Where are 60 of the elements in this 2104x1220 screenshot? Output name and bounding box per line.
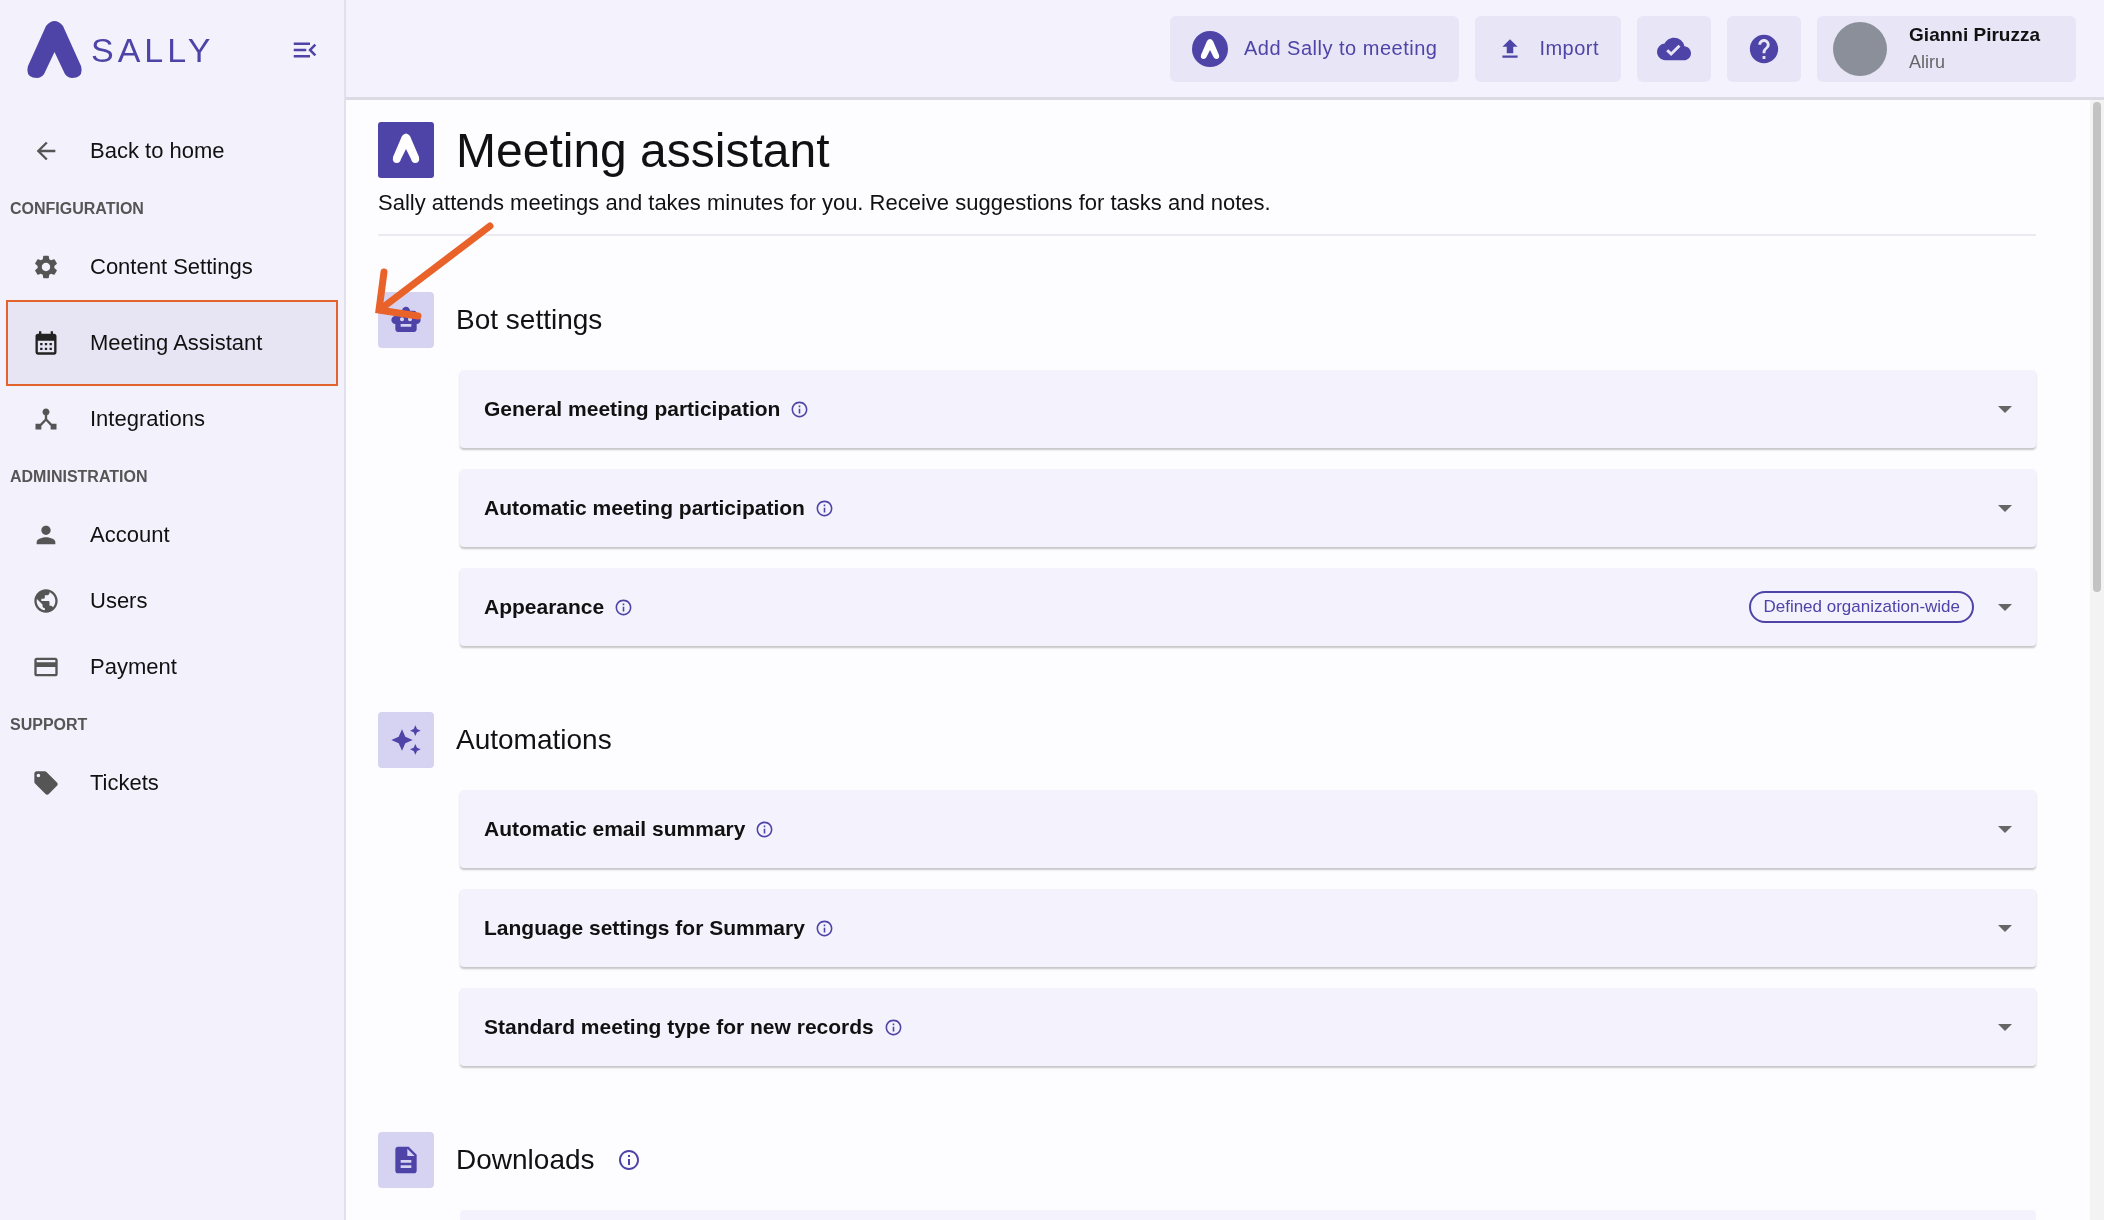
import-button[interactable]: Import (1475, 15, 1622, 82)
logo-icon (1191, 30, 1228, 67)
section-title: Automations (456, 724, 612, 756)
accordion-header[interactable]: Automatic email summary (460, 790, 2036, 868)
add-to-meeting-button[interactable]: Add Sally to meeting (1169, 15, 1460, 82)
sidebar-item[interactable]: Account (6, 502, 338, 568)
globe-icon (32, 587, 60, 615)
accordion-title: Automatic email summary (484, 817, 746, 841)
caret-icon (1998, 504, 2012, 512)
sidebar-item[interactable]: Content Settings (6, 234, 338, 300)
info-icon[interactable] (790, 399, 810, 419)
info-icon[interactable] (614, 597, 634, 617)
scrollbar-thumb[interactable] (2093, 102, 2101, 592)
nav-section-heading: CONFIGURATION (9, 199, 145, 219)
user-menu[interactable]: Gianni Piruzza Aliru (1817, 15, 2076, 82)
status-chip: Defined organization-wide (1749, 591, 1974, 623)
accordion-title: Automatic meeting participation (484, 496, 805, 520)
info-icon[interactable] (616, 1148, 641, 1172)
accordion-header[interactable]: Appearance Defined organization-wide (460, 568, 2036, 646)
caret-icon (1998, 603, 2012, 611)
info-icon[interactable] (883, 1017, 903, 1037)
user-name: Gianni Piruzza (1909, 24, 2040, 46)
document-icon (378, 1132, 434, 1188)
scrollbar[interactable] (2090, 100, 2104, 1220)
accordion-header[interactable]: General meeting participation (460, 370, 2036, 448)
page-title: Meeting assistant (456, 122, 830, 178)
back-link[interactable]: Back to home (6, 118, 338, 184)
sidebar-item[interactable]: Tickets (6, 750, 338, 816)
accordion-title: Appearance (484, 595, 605, 619)
caret-icon (1998, 1023, 2012, 1031)
sync-button[interactable] (1637, 15, 1712, 82)
accordion-header[interactable]: Automatic meeting participation (460, 469, 2036, 547)
logo-icon (378, 122, 434, 178)
nav-section-heading: ADMINISTRATION (9, 467, 149, 487)
brand-name: SALLY (91, 30, 215, 70)
sidebar-item[interactable]: Integrations (6, 386, 338, 452)
info-icon[interactable] (755, 819, 775, 839)
caret-icon (1998, 825, 2012, 833)
info-icon[interactable] (814, 498, 834, 518)
accordion-header[interactable]: Standard meeting type for new records (460, 988, 2036, 1066)
sidebar-item[interactable]: Payment (6, 634, 338, 700)
caret-icon (1998, 405, 2012, 413)
nav-section-heading: SUPPORT (9, 715, 89, 735)
gear-icon (32, 253, 60, 281)
sidebar-item[interactable]: Users (6, 568, 338, 634)
section-title: Downloads (456, 1144, 595, 1176)
sidebar-item[interactable]: Meeting Assistant (6, 300, 338, 386)
logo-icon (26, 20, 83, 80)
caret-icon (1998, 924, 2012, 932)
organization-name: Aliru (1909, 52, 1947, 73)
tag-icon (32, 769, 60, 797)
accordion-title: Language settings for Summary (484, 916, 805, 940)
page-description: Sally attends meetings and takes minutes for you. Receive suggestions for tasks and notes. (378, 190, 2036, 236)
help-button[interactable] (1727, 15, 1802, 82)
info-icon[interactable] (814, 918, 834, 938)
accordion-title: Standard meeting type for new records (484, 1015, 874, 1039)
accordion-header[interactable]: Language settings for Summary (460, 889, 2036, 967)
accordion-title: General meeting participation (484, 397, 781, 421)
section-title: Bot settings (456, 304, 603, 336)
sparkles-icon (378, 712, 434, 768)
